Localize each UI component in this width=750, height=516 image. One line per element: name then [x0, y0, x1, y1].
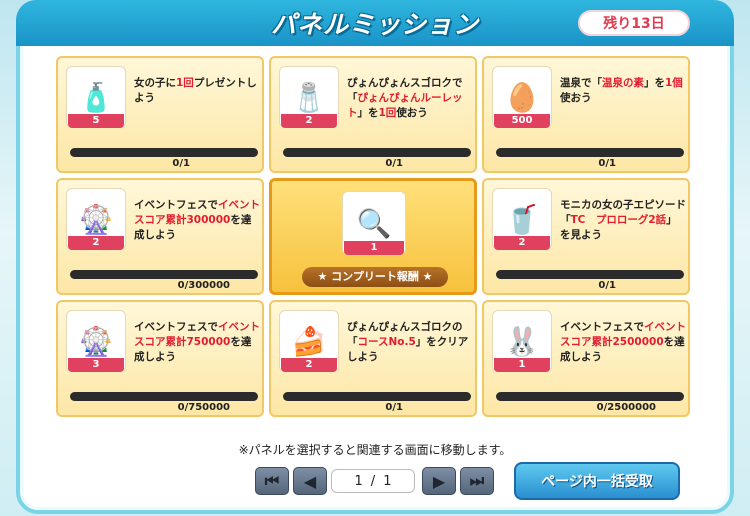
- mission-panel[interactable]: 🧂 2 ぴょんぴょんスゴロクで「ぴょんぴょんルーレット」を1回使おう 0/1: [269, 56, 477, 173]
- progress-bar: [283, 392, 471, 401]
- panel-grid: 🧴 5 女の子に1回プレゼントしよう 0/1 🧂 2 ぴょんぴょんスゴロクで「ぴ…: [56, 56, 690, 418]
- mission-description: ぴょんぴょんスゴロクで「ぴょんぴょんルーレット」を1回使おう: [347, 77, 463, 119]
- mission-description: イベントフェスでイベントスコア累計2500000を達成しよう: [560, 321, 686, 363]
- mission-panel[interactable]: 🐰 1 イベントフェスでイベントスコア累計2500000を達成しよう 0/250…: [482, 300, 690, 417]
- page-indicator: 1 / 1: [331, 469, 415, 493]
- complete-reward-panel[interactable]: 🔍 1 ★ コンプリート報酬 ★: [269, 178, 477, 295]
- progress-bar: [496, 392, 684, 401]
- progress-text: 0/300000: [177, 280, 230, 291]
- reward-quantity: 1: [494, 358, 550, 372]
- mission-description: ぴょんぴょんスゴロクの「コースNo.5」をクリアしよう: [347, 321, 469, 363]
- mission-panel[interactable]: 🎡 3 イベントフェスでイベントスコア累計750000を達成しよう 0/7500…: [56, 300, 264, 417]
- remaining-days-badge: 残り13日: [578, 10, 690, 36]
- reward-quantity: 5: [68, 114, 124, 128]
- last-page-icon: ⏭: [469, 471, 485, 490]
- reward-quantity: 2: [281, 114, 337, 128]
- page-separator: /: [370, 473, 376, 489]
- reward-quantity: 2: [281, 358, 337, 372]
- mission-panel[interactable]: 🎡 2 イベントフェスでイベントスコア累計300000を達成しよう 0/3000…: [56, 178, 264, 295]
- page-current: 1: [354, 473, 363, 489]
- header-bar: パネルミッション 残り13日: [16, 0, 734, 46]
- page-title: パネルミッション: [270, 10, 479, 39]
- last-page-button[interactable]: ⏭: [460, 467, 494, 495]
- progress-bar: [283, 148, 471, 157]
- page-total: 1: [383, 473, 392, 489]
- footer-notice: ※パネルを選択すると関連する画面に移動します。: [238, 443, 512, 457]
- progress-bar: [70, 270, 258, 279]
- progress-bar: [70, 392, 258, 401]
- next-page-button[interactable]: ▶: [422, 467, 456, 495]
- prev-page-button[interactable]: ◀: [293, 467, 327, 495]
- next-page-icon: ▶: [432, 471, 446, 491]
- first-page-button[interactable]: ⏮: [255, 467, 289, 495]
- mission-panel[interactable]: 🥤 2 モニカの女の子エピソード「TC プロローグ2話」を見よう 0/1: [482, 178, 690, 295]
- reward-quantity: 2: [494, 236, 550, 250]
- mission-description: モニカの女の子エピソード「TC プロローグ2話」を見よう: [560, 199, 686, 241]
- reward-quantity: 1: [344, 241, 404, 255]
- reward-quantity: 2: [68, 236, 124, 250]
- progress-text: 0/1: [598, 158, 616, 169]
- mission-panel[interactable]: 🍰 2 ぴょんぴょんスゴロクの「コースNo.5」をクリアしよう 0/1: [269, 300, 477, 417]
- mission-panel[interactable]: 🧴 5 女の子に1回プレゼントしよう 0/1: [56, 56, 264, 173]
- mission-description: イベントフェスでイベントスコア累計750000を達成しよう: [134, 321, 260, 363]
- mission-panel[interactable]: 🥚 500 温泉で「温泉の素」を1個使おう 0/1: [482, 56, 690, 173]
- first-page-icon: ⏮: [264, 471, 280, 490]
- collect-all-button[interactable]: ページ内一括受取: [514, 462, 680, 500]
- progress-bar: [496, 148, 684, 157]
- progress-text: 0/750000: [177, 402, 230, 413]
- reward-quantity: 3: [68, 358, 124, 372]
- progress-bar: [496, 270, 684, 279]
- progress-text: 0/1: [172, 158, 190, 169]
- progress-text: 0/1: [385, 158, 403, 169]
- prev-page-icon: ◀: [303, 471, 317, 491]
- progress-text: 0/1: [598, 280, 616, 291]
- progress-text: 0/1: [385, 402, 403, 413]
- progress-text: 0/2500000: [596, 402, 656, 413]
- progress-bar: [70, 148, 258, 157]
- mission-description: イベントフェスでイベントスコア累計300000を達成しよう: [134, 199, 260, 241]
- mission-description: 女の子に1回プレゼントしよう: [134, 77, 257, 104]
- complete-reward-label: ★ コンプリート報酬 ★: [302, 267, 448, 287]
- mission-description: 温泉で「温泉の素」を1個使おう: [560, 77, 683, 104]
- reward-quantity: 500: [494, 114, 550, 128]
